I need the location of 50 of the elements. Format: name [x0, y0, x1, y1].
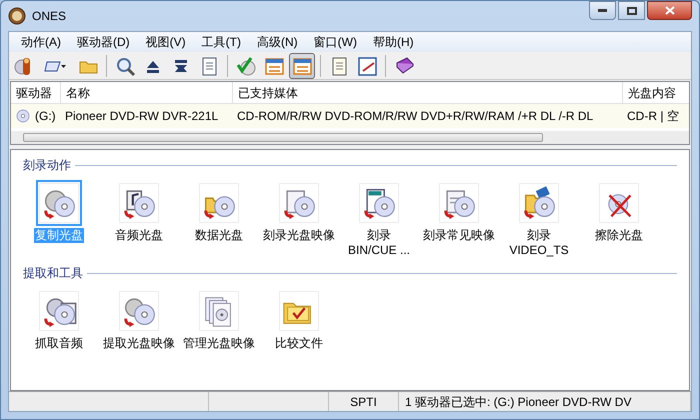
- column-header[interactable]: 驱动器: [11, 82, 61, 103]
- minimize-button[interactable]: [589, 1, 616, 20]
- disc-images-icon: [199, 291, 239, 331]
- status-text: SPTI: [329, 392, 399, 411]
- close-icon: [664, 6, 674, 15]
- action-item[interactable]: 提取光盘映像: [103, 284, 175, 351]
- extract-image-icon: [119, 291, 159, 331]
- action-item[interactable]: 刻录 BIN/CUE ...: [343, 176, 415, 258]
- action-item[interactable]: 擦除光盘: [583, 176, 655, 258]
- action-item[interactable]: 比较文件: [263, 284, 335, 351]
- column-header[interactable]: 已支持媒体: [233, 82, 623, 103]
- section-heading: 提取和工具: [23, 265, 83, 282]
- action-item[interactable]: 抓取音频: [23, 284, 95, 351]
- check-icon: [235, 54, 257, 76]
- menu-item[interactable]: 视图(V): [138, 32, 194, 52]
- table-cell-text: Pioneer DVD-RW DVR-221L: [65, 108, 218, 125]
- status-text: 1 驱动器已选中: (G:) Pioneer DVD-RW DV: [399, 392, 691, 411]
- section-heading: 刻录动作: [23, 157, 71, 174]
- drive-row[interactable]: (G:) Pioneer DVD-RW DVR-221L CD-ROM/R/RW DVD-ROM/R/RW DVD+R/RW/RAM /+R DL /-R DL CD-R | 空: [11, 104, 689, 128]
- column-header[interactable]: 光盘内容: [623, 82, 689, 103]
- toolbar-button[interactable]: [289, 52, 315, 78]
- app-logo-icon: [8, 7, 26, 25]
- action-item[interactable]: 管理光盘映像: [183, 284, 255, 351]
- menu-item[interactable]: 驱动器(D): [69, 32, 138, 52]
- disc-image-icon: [439, 183, 479, 223]
- action-item[interactable]: 刻录光盘映像: [263, 176, 335, 258]
- compare-folder-icon: [279, 291, 319, 331]
- table-cell-text: CD-ROM/R/RW DVD-ROM/R/RW DVD+R/RW/RAM /+R DL /-R DL: [237, 108, 594, 125]
- horizontal-scrollbar[interactable]: [11, 131, 689, 144]
- column-header[interactable]: 名称: [61, 82, 233, 103]
- maximize-icon: [626, 6, 636, 14]
- menu-item[interactable]: 高级(N): [249, 32, 306, 52]
- maximize-button[interactable]: [618, 1, 645, 20]
- action-item[interactable]: 刻录常见映像: [423, 176, 495, 258]
- action-item[interactable]: 音频光盘: [103, 176, 175, 258]
- table-cell-text: (G:): [35, 108, 56, 125]
- close-button[interactable]: [647, 1, 692, 20]
- window-title: ONES: [32, 8, 66, 25]
- edit-icon: [356, 54, 378, 76]
- action-item[interactable]: 数据光盘: [183, 176, 255, 258]
- menu-item[interactable]: 工具(T): [194, 32, 249, 52]
- table-cell-text: CD-R | 空: [627, 108, 679, 125]
- menu-item[interactable]: 窗口(W): [306, 32, 365, 52]
- disc-drive-icon: [15, 108, 31, 124]
- disc-image-icon: [279, 183, 319, 223]
- minimize-icon: [598, 9, 607, 12]
- menu-item[interactable]: 动作(A): [13, 32, 69, 52]
- audio-rip-icon: [39, 291, 79, 331]
- menu-item[interactable]: 帮助(H): [365, 32, 422, 52]
- action-item[interactable]: 刻录 VIDEO_TS: [503, 176, 575, 258]
